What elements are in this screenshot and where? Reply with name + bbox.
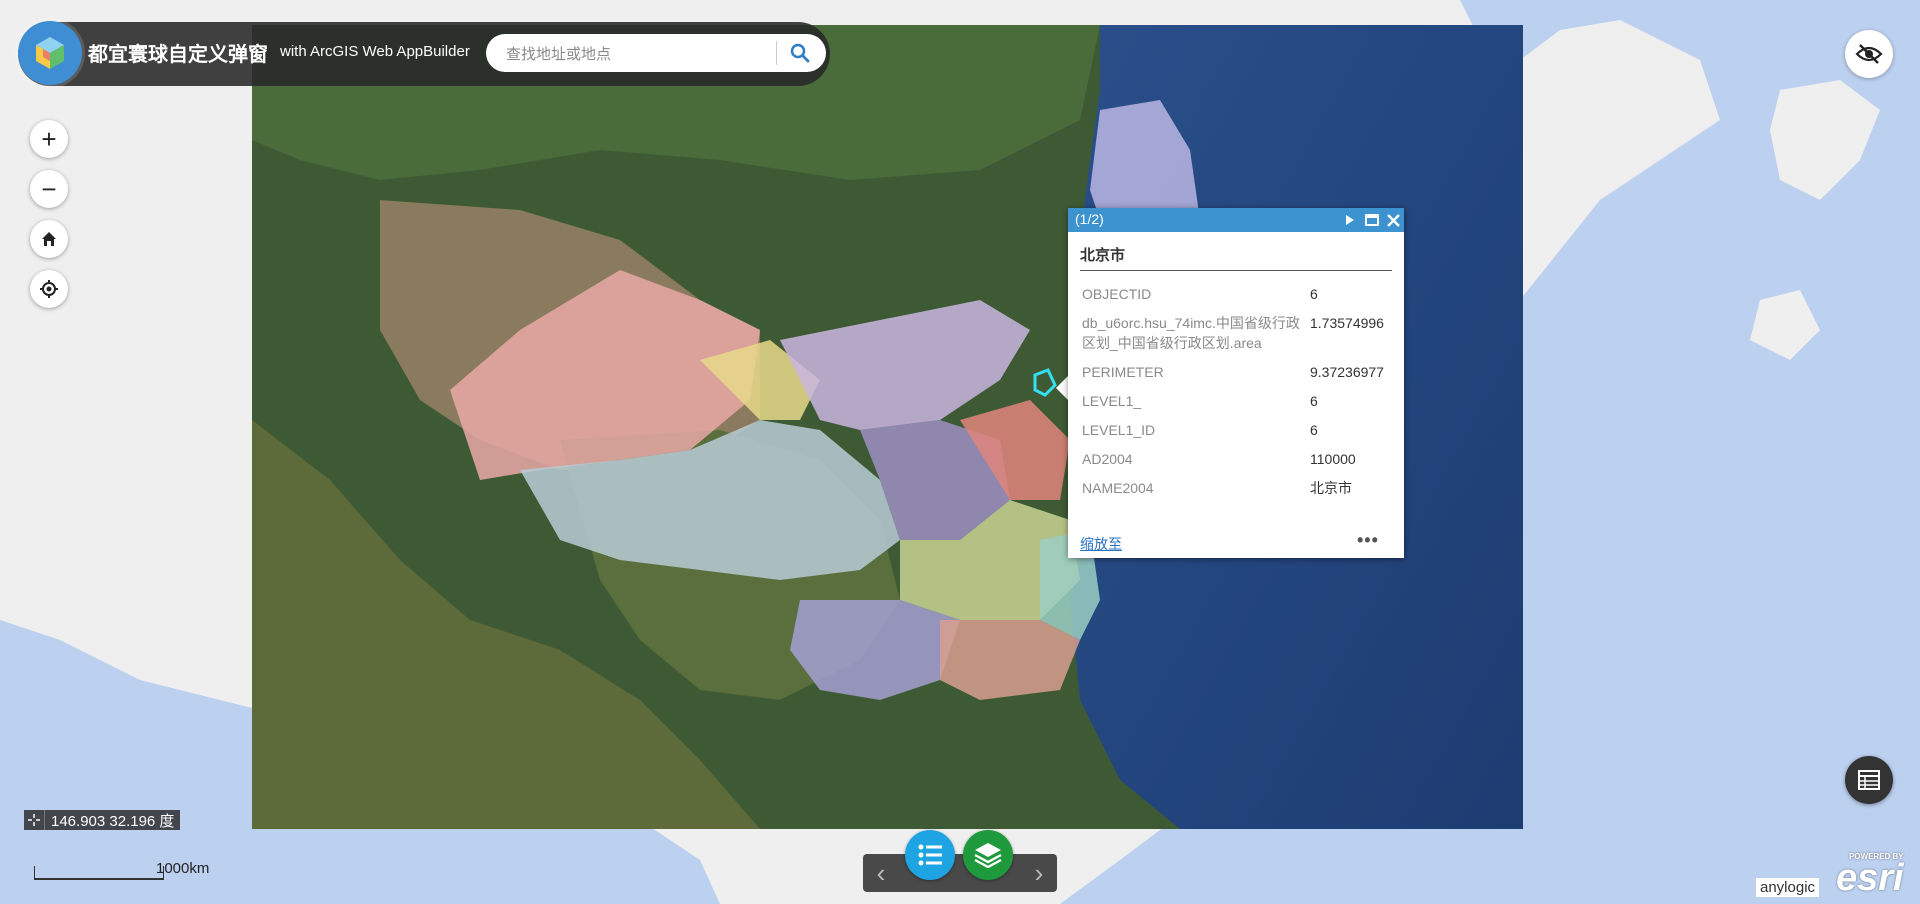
province-guangxi — [940, 620, 1080, 700]
list-icon — [918, 844, 942, 866]
play-next-icon — [1346, 215, 1354, 225]
zoom-out-button[interactable]: − — [30, 170, 68, 208]
feature-popup: (1/2) 北京市 OBJECTID 6 db_u6orc.hsu_74imc.… — [1068, 208, 1404, 558]
attribute-value: 6 — [1310, 286, 1318, 302]
more-actions-button[interactable]: ••• — [1357, 530, 1379, 551]
popup-maximize-button[interactable] — [1362, 210, 1382, 230]
close-icon — [1386, 213, 1400, 227]
attribute-value: 6 — [1310, 422, 1318, 438]
attribute-value: 110000 — [1310, 451, 1356, 467]
locate-icon — [40, 280, 58, 298]
scale-bar-label: 1000km — [156, 860, 210, 877]
attribute-key: db_u6orc.hsu_74imc.中国省级行政区划_中国省级行政区划.are… — [1082, 315, 1300, 351]
app-logo — [18, 21, 82, 85]
home-button[interactable] — [30, 220, 68, 258]
attribute-key: OBJECTID — [1082, 286, 1152, 302]
legend-button[interactable] — [905, 830, 955, 880]
attribute-row: PERIMETER 9.37236977 — [1078, 358, 1396, 387]
attribute-key: PERIMETER — [1082, 364, 1164, 380]
search-box — [486, 34, 826, 72]
layers-icon — [974, 843, 1002, 868]
visibility-toggle-button[interactable] — [1845, 30, 1893, 78]
search-divider — [776, 41, 777, 65]
attribute-row: LEVEL1_ 6 — [1078, 387, 1396, 416]
map-view[interactable] — [0, 0, 1920, 904]
app-subtitle: with ArcGIS Web AppBuilder — [280, 43, 470, 60]
attribute-row: OBJECTID 6 — [1078, 280, 1396, 309]
crosshair-button[interactable] — [24, 810, 45, 830]
dock-next-button[interactable]: › — [1021, 854, 1057, 892]
app-title: 都宜寰球自定义弹窗 — [88, 44, 268, 66]
crosshair-icon — [28, 814, 40, 826]
attribute-value: 6 — [1310, 393, 1318, 409]
popup-header: (1/2) — [1068, 208, 1404, 232]
cube-logo-icon — [36, 37, 64, 69]
attribute-key: AD2004 — [1082, 451, 1133, 467]
map-canvas — [0, 0, 1920, 904]
map-attribution: anylogic — [1756, 878, 1820, 897]
zoom-to-link[interactable]: 缩放至 — [1080, 534, 1122, 554]
attribute-row: AD2004 110000 — [1078, 445, 1396, 474]
attribute-key: LEVEL1_ — [1082, 393, 1142, 409]
attribute-row: NAME2004 北京市 — [1078, 474, 1396, 503]
attribute-value: 北京市 — [1310, 480, 1352, 496]
popup-title: 北京市 — [1080, 247, 1126, 264]
attribute-key: NAME2004 — [1082, 480, 1154, 496]
popup-next-button[interactable] — [1340, 210, 1360, 230]
popup-attribute-table: OBJECTID 6 db_u6orc.hsu_74imc.中国省级行政区划_中… — [1078, 280, 1396, 503]
zoom-in-button[interactable]: + — [30, 120, 68, 158]
coordinate-display: 146.903 32.196 度 — [24, 810, 181, 830]
table-icon — [1858, 770, 1880, 790]
search-input[interactable] — [504, 40, 758, 68]
popup-close-button[interactable] — [1383, 210, 1403, 230]
attribute-value: 9.37236977 — [1310, 364, 1384, 380]
search-button[interactable] — [782, 38, 818, 68]
maximize-icon — [1365, 214, 1379, 226]
attribute-row: LEVEL1_ID 6 — [1078, 416, 1396, 445]
popup-pointer — [1056, 376, 1068, 400]
eye-off-icon — [1855, 44, 1883, 64]
popup-feature-count: (1/2) — [1075, 211, 1104, 227]
attribute-value: 1.73574996 — [1310, 315, 1384, 331]
dock-prev-button[interactable]: ‹ — [863, 854, 899, 892]
attribute-key: LEVEL1_ID — [1082, 422, 1156, 438]
attribute-row: db_u6orc.hsu_74imc.中国省级行政区划_中国省级行政区划.are… — [1078, 309, 1396, 358]
locate-button[interactable] — [30, 270, 68, 308]
search-icon — [790, 43, 810, 63]
attribute-table-button[interactable] — [1845, 756, 1893, 804]
esri-logo: POWERED BY esri — [1836, 852, 1904, 897]
layer-list-button[interactable] — [963, 830, 1013, 880]
scale-bar — [34, 866, 164, 880]
popup-divider — [1080, 270, 1392, 271]
coordinate-text: 146.903 32.196 度 — [51, 812, 175, 830]
home-icon — [42, 232, 56, 246]
esri-name: esri — [1836, 857, 1904, 899]
